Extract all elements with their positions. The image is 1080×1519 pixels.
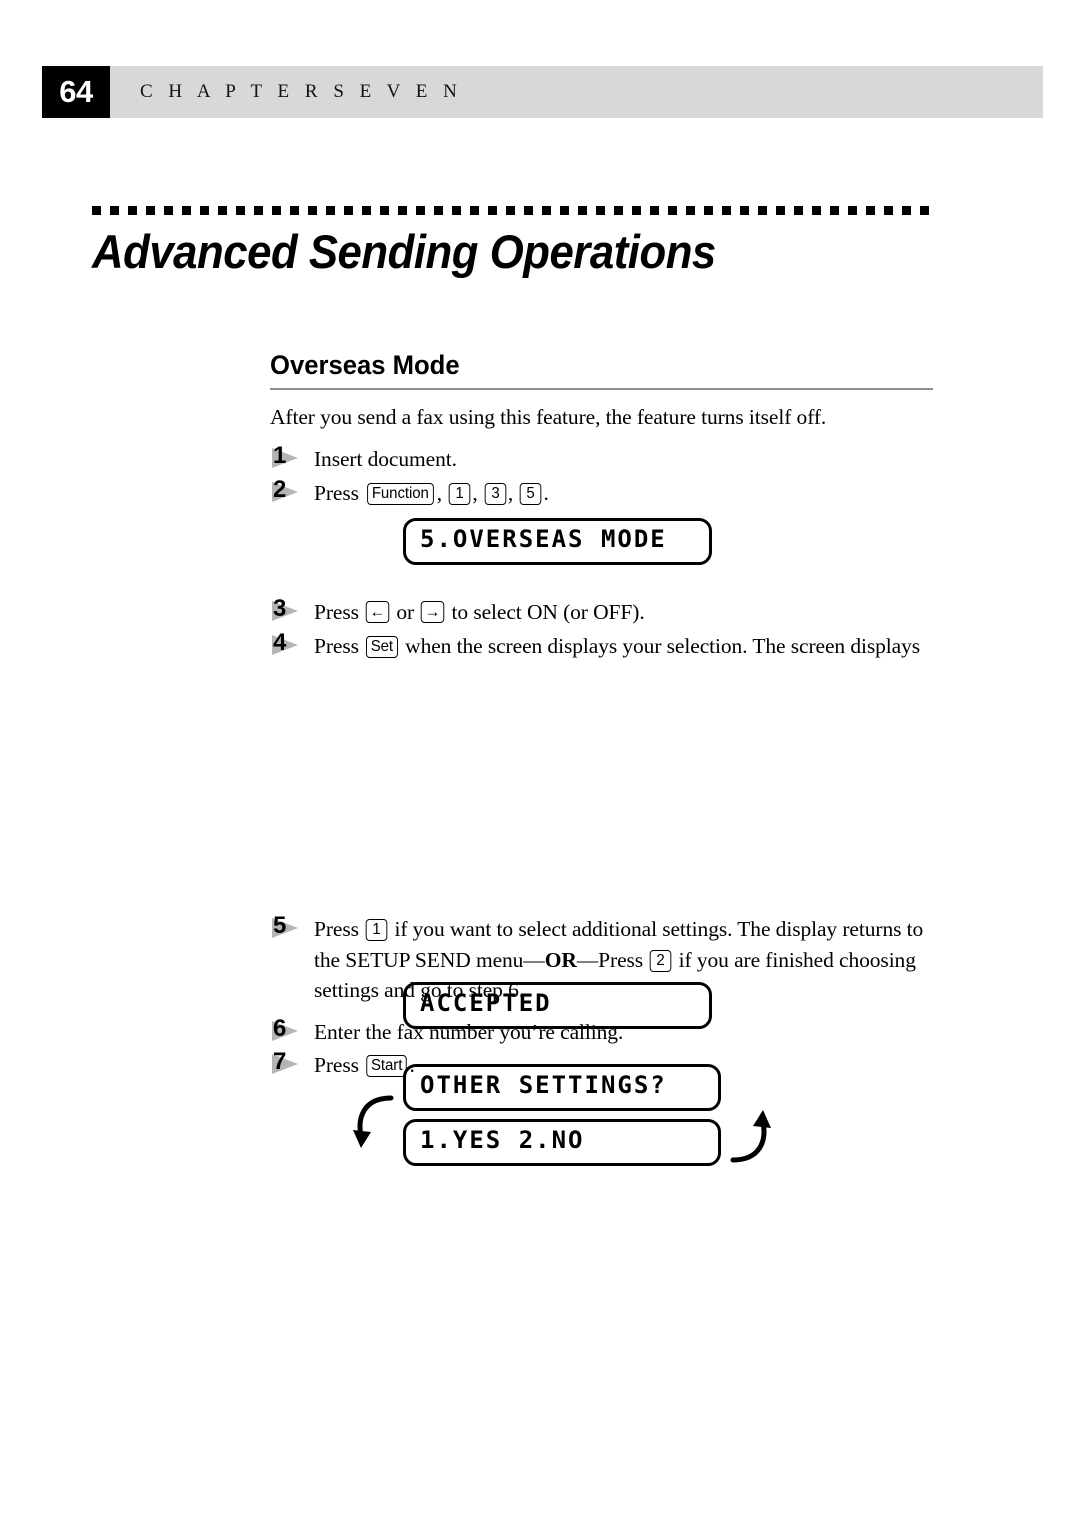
key-1[interactable]: 1 (449, 482, 471, 505)
comma-1: , (436, 480, 448, 505)
section-intro-paragraph: After you send a fax using this feature,… (270, 405, 827, 429)
step-4-text-after: when the screen displays your selection.… (399, 633, 920, 658)
chapter-title-block: Advanced Sending Operations (92, 206, 992, 276)
step-7-text-before: Press (314, 1053, 365, 1078)
key-start[interactable]: Start (366, 1055, 408, 1078)
page-header: 64 C H A P T E R S E V E N (42, 66, 1043, 118)
cycle-arrow-left-icon (353, 1095, 394, 1149)
step-7-text-after: . (409, 1053, 415, 1078)
lcd-display-yes-no: 1.YES 2.NO (403, 1119, 721, 1167)
step-7: 7 Press Start. (270, 1048, 950, 1081)
key-2[interactable]: 2 (650, 949, 672, 972)
step-3: 3 Press ← or → to select ON (or OFF). (270, 595, 950, 628)
key-5[interactable]: 5 (520, 482, 542, 505)
key-3[interactable]: 3 (484, 482, 507, 505)
step-3-text-before: Press (314, 600, 365, 625)
key-1[interactable]: 1 (365, 919, 388, 942)
step-2-text-after: . (543, 480, 549, 505)
step-marker-1: 1 (272, 442, 306, 471)
step-3-text-after: to select ON (or OFF). (446, 600, 645, 625)
section-heading: Overseas Mode (270, 350, 460, 380)
lcd-text: 5.OVERSEAS MODE (420, 525, 667, 553)
comma-3: , (507, 480, 519, 505)
step-number: 7 (273, 1048, 287, 1076)
step-3-text-middle: or (391, 600, 420, 625)
step-number: 4 (273, 628, 287, 656)
step-marker-5: 5 (272, 912, 306, 941)
content-column: Overseas Mode After you send a fax using… (270, 350, 950, 1167)
lcd-text: 1.YES 2.NO (420, 1126, 585, 1155)
step-6-text: Enter the fax number you’re calling. (314, 1019, 624, 1044)
step-4-text-before: Press (314, 633, 365, 658)
page-number: 64 (42, 66, 110, 118)
step-marker-4: 4 (272, 628, 306, 658)
step-number: 6 (273, 1014, 287, 1042)
key-set[interactable]: Set (366, 635, 398, 658)
step-number: 3 (273, 595, 287, 623)
step-number: 5 (273, 912, 287, 940)
page-title: Advanced Sending Operations (92, 225, 716, 278)
step-number: 1 (273, 442, 287, 470)
step-5: 5 Press 1 if you want to select addition… (270, 912, 950, 1006)
left-arrow-key-icon[interactable]: ← (365, 601, 390, 624)
right-arrow-key-icon[interactable]: → (421, 601, 445, 624)
or-label: OR (544, 947, 577, 972)
step-4: 4 Press Set when the screen displays you… (270, 628, 950, 662)
lcd-display-overseas-mode: 5.OVERSEAS MODE (403, 518, 712, 565)
dotted-rule-decoration (92, 206, 932, 215)
step-2-text-before: Press (314, 480, 365, 505)
step-2: 2 Press Function, 1, 3, 5. (270, 475, 950, 509)
step-1: 1 Insert document. (270, 442, 950, 475)
cycle-arrow-right-icon (730, 1110, 771, 1163)
step-number: 2 (273, 475, 287, 503)
step-5-part-1: Press (314, 917, 365, 942)
lcd-group-region: ACCEPTED OTHER SETTINGS? 1.YES 2.NO (270, 664, 950, 1167)
step-5-part-3: —Press (576, 947, 649, 972)
chapter-label: C H A P T E R S E V E N (140, 81, 463, 102)
step-marker-6: 6 (272, 1014, 306, 1044)
section-heading-rule (270, 388, 933, 390)
step-marker-7: 7 (272, 1048, 306, 1077)
step-marker-2: 2 (272, 475, 306, 505)
step-6: 6 Enter the fax number you’re calling. (270, 1014, 950, 1048)
key-function[interactable]: Function (367, 482, 434, 505)
step-marker-3: 3 (272, 595, 306, 624)
comma-2: , (472, 480, 483, 505)
step-1-text: Insert document. (314, 447, 457, 472)
